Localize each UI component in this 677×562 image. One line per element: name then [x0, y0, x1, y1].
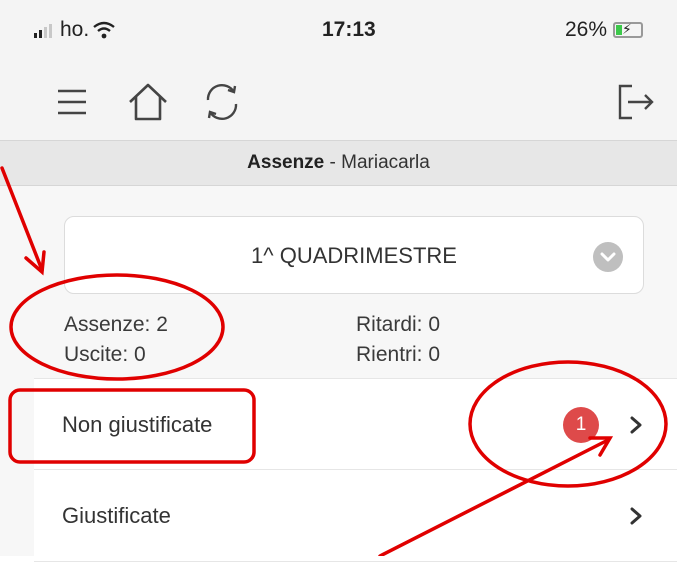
chevron-right-icon [630, 416, 642, 434]
stats-right: Ritardi: 0 Rientri: 0 [356, 310, 440, 370]
list-item-label: Non giustificate [62, 412, 213, 437]
app-toolbar [0, 62, 677, 140]
battery-group: 26% ⚡ [565, 18, 644, 42]
carrier-group: ho. [34, 18, 115, 42]
main-content: 1^ QUADRIMESTRE Assenze: 2 Uscite: 0 Rit… [0, 186, 677, 562]
chevron-down-icon[interactable] [593, 242, 623, 272]
stat-uscite: Uscite: 0 [64, 343, 146, 366]
status-bar: ho. 17:13 26% ⚡ [0, 0, 677, 62]
list-item-giustificate[interactable]: Giustificate [34, 470, 677, 562]
page-title-student: - Mariacarla [324, 152, 430, 173]
wifi-icon [93, 21, 115, 39]
stat-ritardi: Ritardi: 0 [356, 313, 441, 336]
chevron-right-icon [630, 507, 642, 525]
battery-percent: 26% [565, 18, 608, 41]
home-icon[interactable] [124, 78, 172, 126]
clock: 17:13 [322, 18, 376, 41]
refresh-icon[interactable] [198, 78, 246, 126]
logout-icon[interactable] [610, 78, 658, 126]
carrier-name: ho. [60, 18, 90, 41]
cell-signal-icon [34, 22, 52, 38]
period-select-value: 1^ QUADRIMESTRE [251, 243, 457, 268]
stats-left: Assenze: 2 Uscite: 0 [64, 310, 168, 370]
stat-rientri: Rientri: 0 [356, 343, 441, 366]
stat-assenze: Assenze: 2 [64, 313, 168, 336]
count-badge: 1 [563, 407, 599, 443]
battery-icon: ⚡ [613, 21, 644, 38]
period-select[interactable]: 1^ QUADRIMESTRE [64, 216, 644, 294]
menu-icon[interactable] [48, 78, 96, 126]
page-title-section: Assenze [247, 152, 325, 173]
list-item-non-giustificate[interactable]: Non giustificate 1 [34, 378, 677, 470]
list-item-label: Giustificate [62, 503, 171, 528]
page-title: Assenze - Mariacarla [0, 140, 677, 186]
